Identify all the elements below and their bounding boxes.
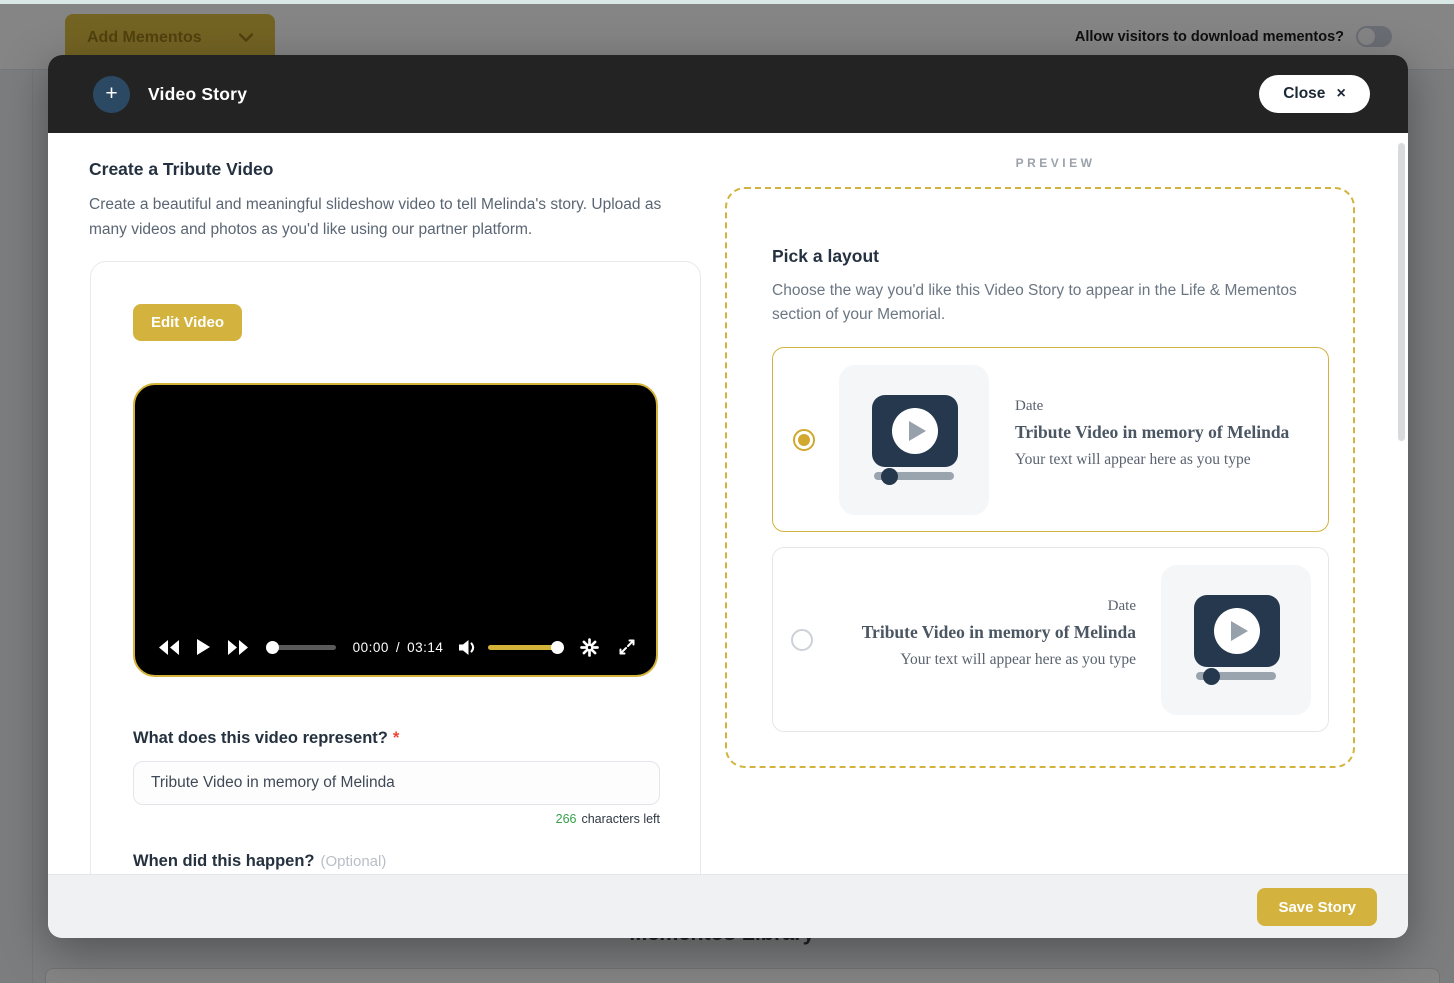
characters-left-text: characters left <box>581 812 660 826</box>
player-controls: 00:00 / 03:14 <box>159 629 636 665</box>
preview-label: PREVIEW <box>703 156 1408 170</box>
modal-scrollbar[interactable] <box>1398 143 1405 441</box>
seek-track <box>270 645 336 650</box>
layout1-text: Date Tribute Video in memory of Melinda … <box>1015 398 1289 469</box>
video-player[interactable]: 00:00 / 03:14 <box>133 383 658 677</box>
time-display: 00:00 / 03:14 <box>353 640 444 655</box>
layout1-title: Tribute Video in memory of Melinda <box>1015 422 1289 443</box>
question2-label: When did this happen?(Optional) <box>133 852 658 871</box>
characters-left-count: 266 <box>556 812 577 826</box>
modal-body: Create a Tribute Video Create a beautifu… <box>48 133 1408 938</box>
layout-option-1[interactable]: Date Tribute Video in memory of Melinda … <box>772 347 1329 532</box>
volume-handle[interactable] <box>551 641 564 654</box>
close-icon: × <box>1336 85 1345 103</box>
thumbnail-progress-dot <box>881 468 898 485</box>
video-story-modal: + Video Story Close × Create a Tribute V… <box>48 55 1408 938</box>
play-circle-icon <box>1214 608 1260 654</box>
modal-title: Video Story <box>148 84 247 105</box>
seek-bar[interactable] <box>266 641 341 654</box>
top-strip <box>0 0 1454 4</box>
layout-option-2[interactable]: Date Tribute Video in memory of Melinda … <box>772 547 1329 732</box>
video-card: Edit Video <box>90 261 701 938</box>
edit-video-button[interactable]: Edit Video <box>133 304 242 341</box>
seek-handle[interactable] <box>266 641 279 654</box>
layout1-radio[interactable] <box>793 429 815 451</box>
right-pane: PREVIEW Pick a layout Choose the way you… <box>703 133 1408 938</box>
thumbnail-progress-dot <box>1203 668 1220 685</box>
fast-forward-icon[interactable] <box>227 640 248 655</box>
play-circle-icon <box>892 408 938 454</box>
modal-footer: Save Story <box>48 874 1408 938</box>
volume-slider[interactable] <box>488 641 564 654</box>
video-icon <box>872 395 958 467</box>
layout1-date: Date <box>1015 398 1289 415</box>
rewind-icon[interactable] <box>159 640 180 655</box>
video-represent-input[interactable] <box>133 761 660 805</box>
layout1-video-thumbnail <box>839 365 989 515</box>
pick-layout-description: Choose the way you'd like this Video Sto… <box>772 279 1324 327</box>
play-icon[interactable] <box>197 639 210 655</box>
current-time: 00:00 <box>353 640 389 655</box>
layout2-subtitle: Your text will appear here as you type <box>862 651 1136 669</box>
duration: 03:14 <box>407 640 443 655</box>
optional-note: (Optional) <box>320 853 386 870</box>
volume-track <box>488 645 558 650</box>
layout-preview-box: Pick a layout Choose the way you'd like … <box>725 187 1355 768</box>
layout2-video-thumbnail <box>1161 565 1311 715</box>
close-button[interactable]: Close × <box>1259 75 1370 113</box>
left-pane: Create a Tribute Video Create a beautifu… <box>48 133 703 938</box>
fullscreen-icon[interactable] <box>618 638 636 656</box>
create-tribute-heading: Create a Tribute Video <box>89 159 703 180</box>
layout2-title: Tribute Video in memory of Melinda <box>862 622 1136 643</box>
settings-gear-icon[interactable] <box>580 638 599 657</box>
layout2-text: Date Tribute Video in memory of Melinda … <box>862 598 1136 669</box>
create-tribute-description: Create a beautiful and meaningful slides… <box>89 192 697 242</box>
characters-left: 266 characters left <box>133 812 660 826</box>
close-label: Close <box>1283 85 1325 103</box>
required-asterisk: * <box>393 729 399 747</box>
thumbnail-progress-bar <box>1196 672 1276 680</box>
modal-header: + Video Story Close × <box>48 55 1408 133</box>
time-separator: / <box>396 640 400 655</box>
layout2-date: Date <box>862 598 1136 615</box>
thumbnail-progress-bar <box>874 472 954 480</box>
save-story-button[interactable]: Save Story <box>1257 888 1377 926</box>
question1-label: What does this video represent?* <box>133 729 658 748</box>
layout1-subtitle: Your text will appear here as you type <box>1015 451 1289 469</box>
plus-icon: + <box>93 76 130 113</box>
video-icon <box>1194 595 1280 667</box>
layout2-radio[interactable] <box>791 629 813 651</box>
volume-icon[interactable] <box>458 639 478 656</box>
pick-layout-heading: Pick a layout <box>772 246 1353 267</box>
